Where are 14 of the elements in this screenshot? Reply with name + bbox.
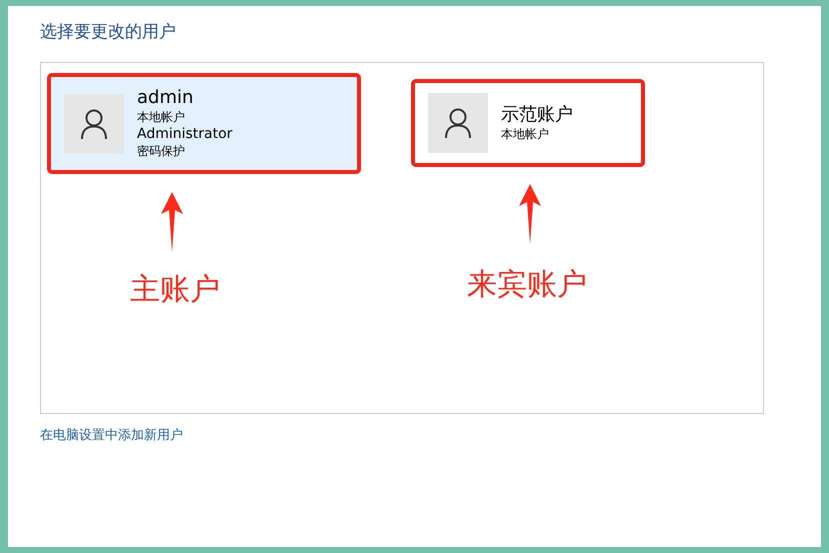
user-detail: 密码保护 (137, 143, 186, 160)
page-title: 选择要更改的用户 (40, 21, 177, 44)
user-detail: Administrator (137, 126, 232, 143)
user-icon (444, 107, 472, 139)
user-detail: 本地帐户 (501, 126, 550, 142)
user-name: admin (137, 87, 194, 109)
user-tile[interactable]: admin 本地帐户 Administrator 密码保护 (51, 77, 357, 170)
user-tile[interactable]: 示范账户 本地帐户 (415, 83, 641, 163)
user-name: 示范账户 (501, 104, 573, 126)
annotation-label: 来宾账户 (467, 267, 587, 303)
user-detail: 本地帐户 (137, 109, 186, 126)
add-user-link[interactable]: 在电脑设置中添加新用户 (40, 426, 183, 444)
annotation-label: 主账户 (130, 272, 220, 308)
user-icon (80, 108, 108, 140)
